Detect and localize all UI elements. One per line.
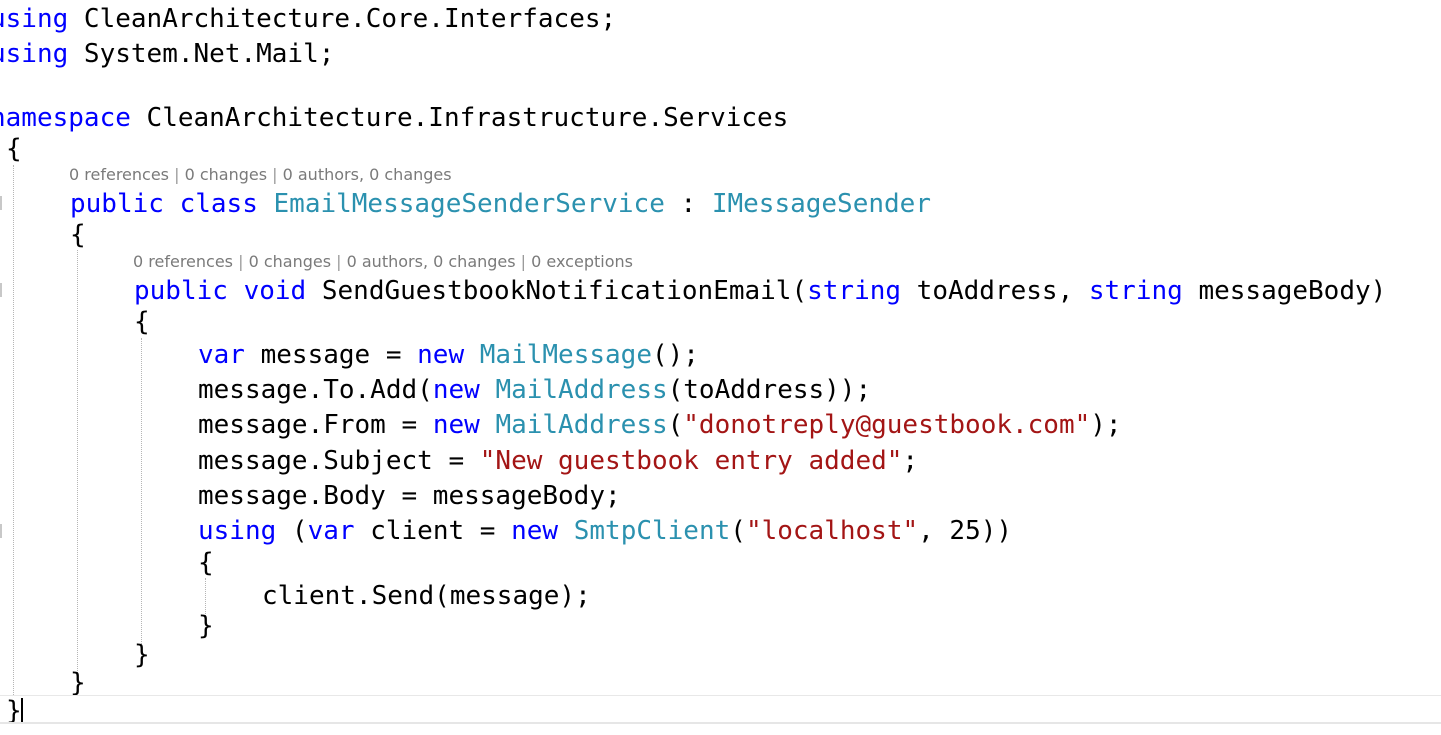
code-text: client = [354, 516, 512, 546]
brace: } [198, 611, 214, 641]
code-text: SendGuestbookNotificationEmail( [306, 276, 808, 306]
brace: { [70, 220, 86, 250]
code-text: ); [1090, 410, 1122, 440]
outline-marker[interactable] [0, 283, 2, 297]
code-line-brace-close[interactable]: } [198, 610, 214, 642]
code-line-brace-close[interactable]: } [134, 639, 150, 671]
brace: } [70, 668, 86, 698]
keyword: public [70, 189, 164, 219]
code-line-subject[interactable]: message.Subject = "New guestbook entry a… [198, 445, 918, 477]
code-line-method-signature[interactable]: public void SendGuestbookNotificationEma… [134, 275, 1386, 307]
code-line-body[interactable]: message.Body = messageBody; [198, 480, 621, 512]
code-line-class-declaration[interactable]: public class EmailMessageSenderService :… [70, 188, 931, 220]
code-line-from[interactable]: message.From = new MailAddress("donotrep… [198, 409, 1122, 441]
code-text: CleanArchitecture.Infrastructure.Service… [130, 103, 789, 133]
type-name: MailMessage [479, 340, 652, 370]
indent-guide [141, 338, 142, 648]
code-line-using-client[interactable]: using (var client = new SmtpClient("loca… [198, 515, 1012, 547]
code-line-using-core[interactable]: using CleanArchitecture.Core.Interfaces; [0, 3, 616, 35]
keyword: void [243, 276, 307, 306]
keyword: new [432, 375, 480, 405]
code-text: message.To.Add( [198, 375, 433, 405]
code-line-send[interactable]: client.Send(message); [262, 580, 591, 612]
keyword: string [1088, 276, 1183, 306]
references-link[interactable]: 0 references [133, 252, 233, 271]
outline-marker[interactable] [0, 524, 2, 538]
brace: { [6, 134, 22, 164]
code-text: message.Subject = [198, 446, 480, 476]
type-name: IMessageSender [711, 189, 931, 219]
code-editor[interactable]: using CleanArchitecture.Core.Interfaces;… [0, 0, 1441, 735]
type-name: EmailMessageSenderService [273, 189, 665, 219]
keyword: new [432, 410, 480, 440]
code-line-namespace[interactable]: namespace CleanArchitecture.Infrastructu… [0, 102, 788, 134]
code-text: message.From = [198, 410, 433, 440]
type-name: MailAddress [495, 375, 668, 405]
code-line-to-add[interactable]: message.To.Add(new MailAddress(toAddress… [198, 374, 871, 406]
code-text: message = [244, 340, 418, 370]
code-text: ( [730, 516, 746, 546]
brace: { [198, 548, 214, 578]
changes-link[interactable]: 0 changes [249, 252, 331, 271]
codelens-method: 0 references | 0 changes | 0 authors, 0 … [133, 252, 633, 271]
exceptions-link[interactable]: 0 exceptions [531, 252, 633, 271]
changes-link[interactable]: 0 changes [185, 165, 267, 184]
type-name: SmtpClient [573, 516, 731, 546]
indent-guide [13, 165, 14, 695]
code-text: CleanArchitecture.Core.Interfaces; [68, 4, 617, 34]
code-text: message.Body = messageBody; [198, 481, 621, 511]
code-text: : [664, 189, 712, 219]
outline-marker[interactable] [0, 196, 2, 210]
code-text: ; [902, 446, 919, 476]
brace: } [134, 640, 150, 670]
keyword: namespace [0, 103, 131, 133]
keyword: var [198, 340, 245, 370]
type-name: MailAddress [495, 410, 668, 440]
keyword: class [179, 189, 258, 219]
keyword: public [134, 276, 228, 306]
authors-link[interactable]: 0 authors, 0 changes [347, 252, 516, 271]
keyword: new [417, 340, 465, 370]
text-cursor [21, 698, 23, 724]
keyword: using [0, 4, 69, 34]
keyword: using [198, 516, 277, 546]
code-text: (); [651, 340, 699, 370]
brace: { [134, 307, 150, 337]
references-link[interactable]: 0 references [69, 165, 169, 184]
code-text: client.Send(message); [262, 581, 591, 611]
string-literal: "New guestbook entry added" [479, 446, 903, 476]
code-text: messageBody) [1182, 276, 1387, 306]
code-line-var-message[interactable]: var message = new MailMessage(); [198, 339, 699, 371]
code-text: System.Net.Mail; [68, 39, 335, 69]
keyword: var [307, 516, 355, 546]
code-text: ( [667, 410, 684, 440]
code-line-brace-open[interactable]: { [198, 547, 214, 579]
code-text: (toAddress)); [667, 375, 872, 405]
indent-guide [77, 250, 78, 675]
code-line-brace-open[interactable]: { [134, 306, 150, 338]
code-line-brace-open[interactable]: { [70, 219, 86, 251]
code-text: ( [276, 516, 308, 546]
code-line-brace-open[interactable]: { [6, 133, 22, 165]
keyword: string [807, 276, 902, 306]
keyword: using [0, 39, 69, 69]
code-line-using-mail[interactable]: using System.Net.Mail; [0, 38, 334, 70]
string-literal: "localhost" [745, 516, 919, 546]
code-text: , 25)) [918, 516, 1013, 546]
code-text: toAddress, [901, 276, 1089, 306]
editor-bottom-border [0, 722, 1441, 724]
string-literal: "donotreply@guestbook.com" [683, 410, 1091, 440]
codelens-class: 0 references | 0 changes | 0 authors, 0 … [69, 165, 452, 184]
authors-link[interactable]: 0 authors, 0 changes [283, 165, 452, 184]
keyword: new [511, 516, 559, 546]
